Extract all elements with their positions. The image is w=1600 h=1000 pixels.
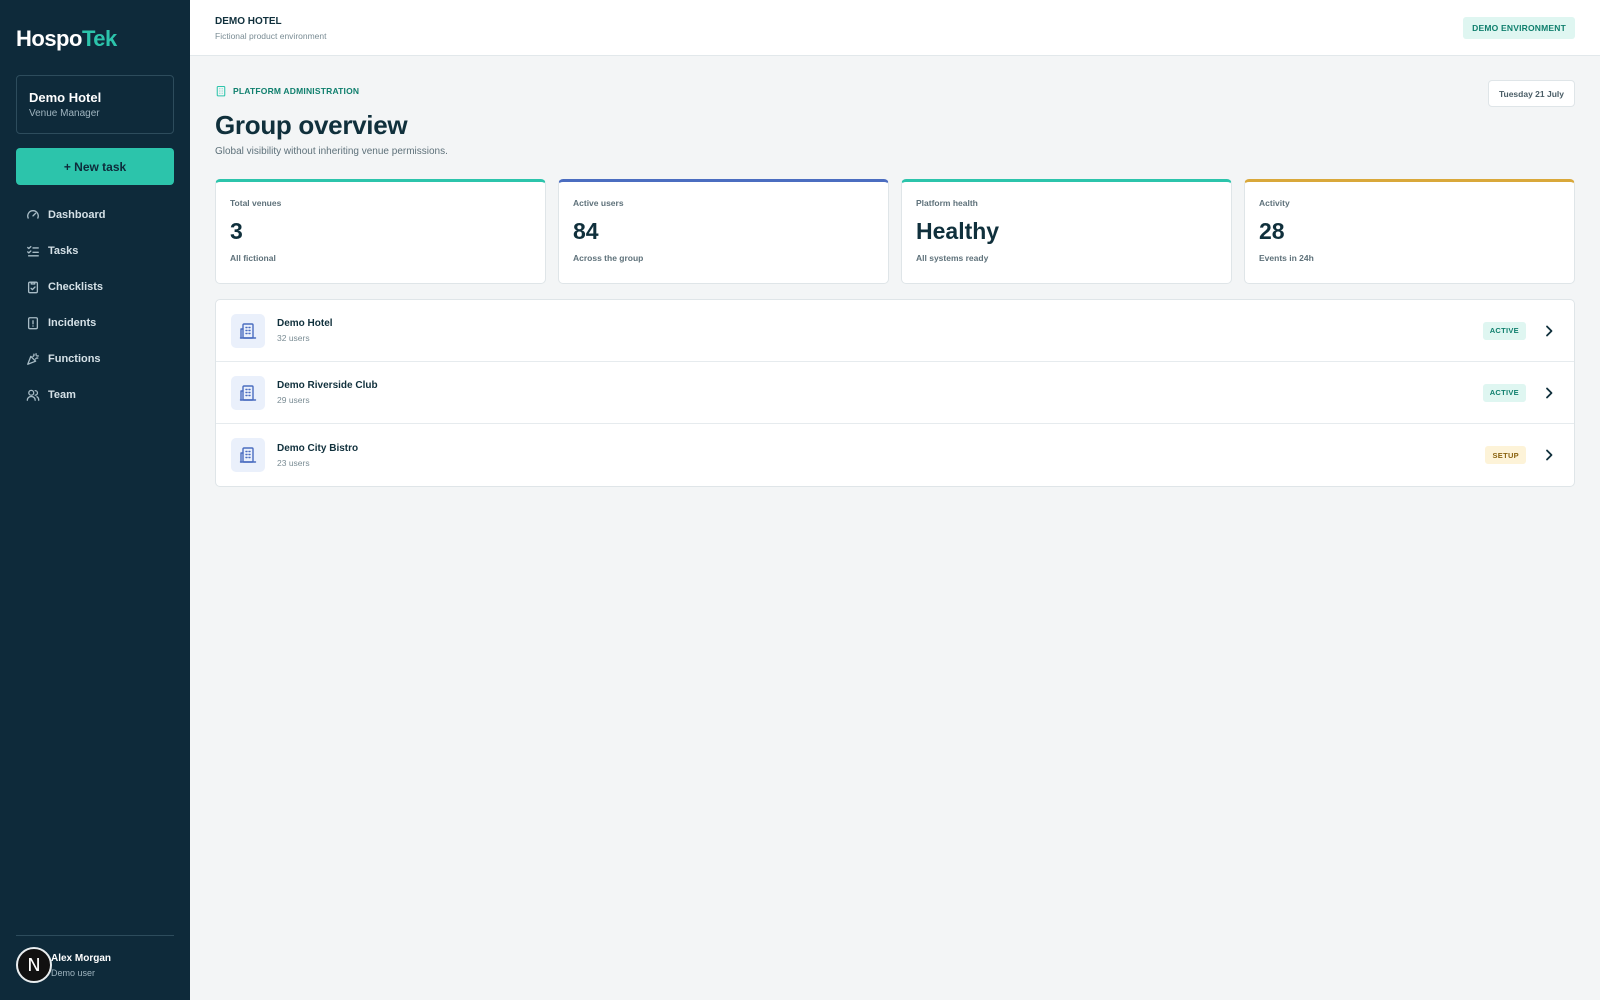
logo[interactable]: HospoTek [16,26,117,52]
sidebar-item-label: Checklists [48,281,104,293]
building-icon [231,438,265,472]
gauge-icon [27,210,39,219]
venue-info: Demo Riverside Club 29 users [277,380,378,405]
venue-row-demo-city-bistro[interactable]: Demo City Bistro 23 users SETUP [216,424,1574,486]
stat-value: 3 [230,218,243,244]
venue-name: Demo City Bistro [277,442,359,454]
sidebar-item-label: Team [48,389,76,401]
building-icon [216,85,226,97]
venue-list: Demo Hotel 32 users ACTIVE Demo Riversid… [215,299,1575,487]
current-venue-role: Venue Manager [29,108,100,119]
sidebar-item-label: Functions [48,353,101,365]
status-badge: ACTIVE [1482,383,1526,402]
stat-label: Active users [573,198,624,208]
sidebar: HospoTek Demo Hotel Venue Manager + New … [0,0,190,1000]
venue-user-count: 32 users [277,333,310,343]
stat-note: Events in 24h [1259,253,1314,263]
alert-file-icon [27,317,39,330]
user-name: Alex Morgan [51,952,112,964]
stat-label: Platform health [916,198,978,208]
section-eyebrow: PLATFORM ADMINISTRATION [215,85,359,97]
venue-name: Demo Riverside Club [277,380,378,391]
sidebar-item-team[interactable]: Team [0,377,190,413]
user-info: Alex Morgan Demo user [51,953,111,978]
user-subtitle: Demo user [51,967,96,978]
stats-row: Total venues 3 All fictional Active user… [215,179,1575,284]
venue-info: Demo Hotel 32 users [277,318,333,343]
stat-card-total-venues: Total venues 3 All fictional [215,179,546,284]
chevron-right-icon[interactable] [1542,386,1556,400]
venue-info: Demo City Bistro 23 users [277,443,358,468]
venue-row-demo-riverside-club[interactable]: Demo Riverside Club 29 users ACTIVE [216,362,1574,424]
venue-user-count: 29 users [277,395,310,405]
topbar: DEMO HOTEL Fictional product environment… [190,0,1600,56]
stat-label: Total venues [230,198,282,208]
sidebar-divider [16,935,174,936]
eyebrow-label: PLATFORM ADMINISTRATION [233,86,360,96]
environment-badge: DEMO ENVIRONMENT [1463,17,1575,39]
task-list-icon [27,245,39,257]
page-title: Group overview [215,110,408,140]
sidebar-item-label: Dashboard [48,209,106,221]
sidebar-item-functions[interactable]: Functions [0,341,190,377]
building-icon [231,313,265,348]
sidebar-nav: Dashboard Tasks Checklists Incidents Fun… [0,197,190,413]
stat-note: All systems ready [916,253,989,263]
current-venue-name: Demo Hotel [29,90,102,105]
logo-text-primary: Hospo [16,26,82,51]
stat-value: 84 [573,218,599,244]
sidebar-item-checklists[interactable]: Checklists [0,269,190,305]
stat-card-activity: Activity 28 Events in 24h [1244,179,1575,284]
chevron-right-icon[interactable] [1542,448,1556,462]
sidebar-item-tasks[interactable]: Tasks [0,233,190,269]
status-badge: SETUP [1485,446,1526,464]
sidebar-item-dashboard[interactable]: Dashboard [0,197,190,233]
new-task-button[interactable]: + New task [16,148,174,185]
venue-user-count: 23 users [277,457,310,468]
sidebar-item-label: Tasks [48,245,79,257]
sidebar-item-incidents[interactable]: Incidents [0,305,190,341]
venue-name: Demo Hotel [277,318,333,329]
logo-text-accent: Tek [81,26,117,51]
stat-note: All fictional [230,253,276,263]
building-icon [231,375,265,410]
users-icon [26,389,40,401]
clipboard-check-icon [27,281,39,294]
stat-value: Healthy [916,218,1000,244]
sidebar-item-label: Incidents [48,317,97,329]
stat-card-platform-health: Platform health Healthy All systems read… [901,179,1232,284]
stat-note: Across the group [573,253,644,263]
topbar-title: DEMO HOTEL [215,16,282,27]
party-popper-icon [27,353,39,365]
venue-switcher[interactable]: Demo Hotel Venue Manager [16,75,174,134]
page-subtitle: Global visibility without inheriting ven… [215,146,448,157]
topbar-subtitle: Fictional product environment [215,31,327,41]
stat-card-active-users: Active users 84 Across the group [558,179,889,284]
stat-value: 28 [1259,218,1285,244]
chevron-right-icon[interactable] [1542,324,1556,338]
avatar[interactable]: N [16,947,52,983]
status-badge: ACTIVE [1482,321,1526,340]
date-chip: Tuesday 21 July [1487,80,1575,107]
user-profile[interactable]: N Alex Morgan Demo user [16,947,111,983]
venue-row-demo-hotel[interactable]: Demo Hotel 32 users ACTIVE [216,300,1574,362]
stat-label: Activity [1259,198,1290,208]
